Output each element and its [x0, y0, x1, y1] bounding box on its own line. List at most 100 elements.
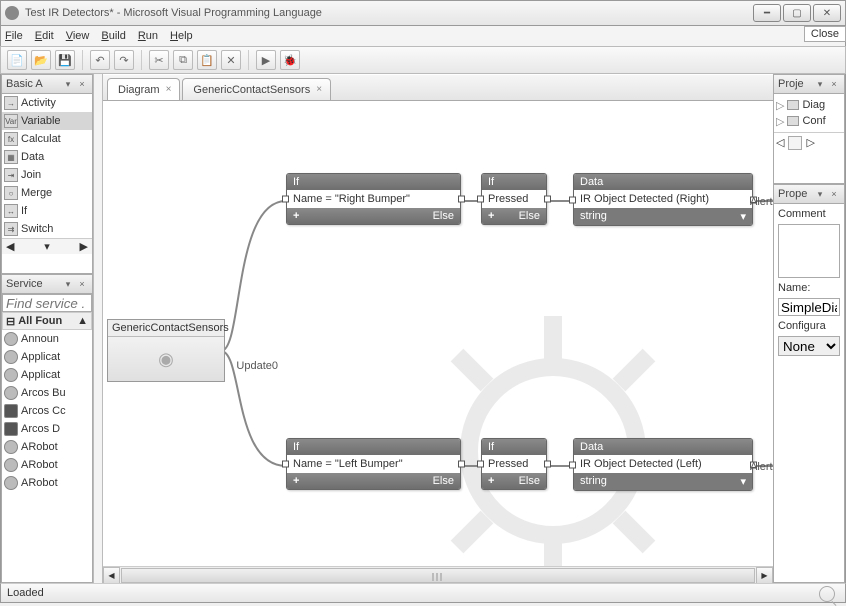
- if-pressed-right-block[interactable]: If Pressed +Else: [481, 173, 547, 225]
- config-select[interactable]: None: [778, 336, 840, 356]
- project-item-label: Diag: [802, 99, 825, 111]
- pin-icon[interactable]: ▾: [62, 278, 74, 290]
- service-item[interactable]: Arcos Bu: [2, 384, 92, 402]
- data-value[interactable]: IR Object Detected (Right): [574, 190, 752, 208]
- new-button[interactable]: 📄: [7, 50, 27, 70]
- comment-input[interactable]: [778, 224, 840, 278]
- close-extra-button[interactable]: Close: [804, 26, 846, 42]
- if-pressed-left-block[interactable]: If Pressed +Else: [481, 438, 547, 490]
- redo-button[interactable]: ↷: [114, 50, 134, 70]
- data-right-block[interactable]: Data IR Object Detected (Right) string▾: [573, 173, 753, 226]
- services-group[interactable]: All Foun: [18, 315, 62, 327]
- proj-nav-right-icon[interactable]: ▷: [806, 136, 814, 149]
- maximize-button[interactable]: ▢: [783, 4, 811, 22]
- plus-icon[interactable]: +: [293, 475, 299, 487]
- service-label: ARobot: [21, 477, 58, 489]
- name-label: Name:: [778, 282, 840, 294]
- nav-right-icon[interactable]: ▶: [80, 240, 88, 253]
- pin-icon[interactable]: ▾: [62, 78, 74, 90]
- close-button[interactable]: ✕: [813, 4, 841, 22]
- service-item[interactable]: Applicat: [2, 348, 92, 366]
- menu-edit[interactable]: Edit: [35, 30, 54, 42]
- plus-icon[interactable]: +: [293, 210, 299, 222]
- delete-button[interactable]: ✕: [221, 50, 241, 70]
- data-left-block[interactable]: Data IR Object Detected (Left) string▾: [573, 438, 753, 491]
- if-left-block[interactable]: If Name = "Left Bumper" +Else: [286, 438, 461, 490]
- activity-label: Data: [21, 151, 44, 163]
- tab-label: GenericContactSensors: [193, 84, 310, 96]
- horizontal-scrollbar[interactable]: ◀ ▶: [103, 566, 773, 583]
- service-item[interactable]: Announ: [2, 330, 92, 348]
- tab-genericcontactsensors[interactable]: GenericContactSensors ×: [182, 78, 331, 100]
- menu-view[interactable]: View: [66, 30, 90, 42]
- activity-label: Switch: [21, 223, 53, 235]
- panel-close-icon[interactable]: ×: [76, 78, 88, 90]
- tree-expand-icon[interactable]: ▷: [776, 99, 784, 112]
- diagram-canvas[interactable]: GenericContactSensors ◉ Update0 If Name …: [103, 101, 773, 566]
- plus-icon[interactable]: +: [488, 210, 494, 222]
- panel-close-icon[interactable]: ×: [828, 188, 840, 200]
- activity-item[interactable]: →Activity: [2, 94, 92, 112]
- plus-icon[interactable]: +: [488, 475, 494, 487]
- activity-item[interactable]: VarVariable: [2, 112, 92, 130]
- panel-close-icon[interactable]: ×: [76, 278, 88, 290]
- activity-item[interactable]: ▦Data: [2, 148, 92, 166]
- activity-item[interactable]: ⇥Join: [2, 166, 92, 184]
- zoom-icon[interactable]: [819, 586, 835, 602]
- minimize-button[interactable]: ━: [753, 4, 781, 22]
- tab-diagram[interactable]: Diagram×: [107, 78, 180, 100]
- pressed-label[interactable]: Pressed: [482, 455, 546, 473]
- service-item[interactable]: ARobot: [2, 456, 92, 474]
- panel-close-icon[interactable]: ×: [828, 78, 840, 90]
- menu-help[interactable]: Help: [170, 30, 193, 42]
- pressed-label[interactable]: Pressed: [482, 190, 546, 208]
- service-item[interactable]: Arcos Cc: [2, 402, 92, 420]
- tree-expand-icon[interactable]: ▷: [776, 115, 784, 128]
- name-input[interactable]: [778, 298, 840, 316]
- proj-nav-left-icon[interactable]: ◁: [776, 136, 784, 149]
- service-item[interactable]: Arcos D: [2, 420, 92, 438]
- proj-nav-button[interactable]: [788, 136, 802, 150]
- activity-item[interactable]: ↔If: [2, 202, 92, 220]
- pin-icon[interactable]: ▾: [814, 188, 826, 200]
- nav-dropdown-icon[interactable]: ▾: [44, 240, 50, 253]
- run-button[interactable]: ▶: [256, 50, 276, 70]
- service-item[interactable]: ARobot: [2, 438, 92, 456]
- service-item[interactable]: Applicat: [2, 366, 92, 384]
- data-value[interactable]: IR Object Detected (Left): [574, 455, 752, 473]
- generic-contact-sensors-block[interactable]: GenericContactSensors ◉ Update0: [107, 319, 225, 382]
- nav-left-icon[interactable]: ◀: [6, 240, 14, 253]
- activity-label: Calculat: [21, 133, 61, 145]
- project-item[interactable]: ▷Conf: [776, 113, 842, 129]
- toolbar: 📄 📂 💾 ↶ ↷ ✂ ⧉ 📋 ✕ ▶ 🐞: [0, 46, 846, 74]
- project-item[interactable]: ▷ Diag: [776, 97, 842, 113]
- cut-button[interactable]: ✂: [149, 50, 169, 70]
- tab-close-icon[interactable]: ×: [166, 84, 172, 95]
- open-button[interactable]: 📂: [31, 50, 51, 70]
- if-right-block[interactable]: If Name = "Right Bumper" +Else: [286, 173, 461, 225]
- if-condition[interactable]: Name = "Right Bumper": [287, 190, 460, 208]
- undo-button[interactable]: ↶: [90, 50, 110, 70]
- service-item[interactable]: ARobot: [2, 474, 92, 492]
- copy-button[interactable]: ⧉: [173, 50, 193, 70]
- paste-button[interactable]: 📋: [197, 50, 217, 70]
- activity-item[interactable]: ⇉Switch: [2, 220, 92, 238]
- menu-file[interactable]: File: [5, 30, 23, 42]
- dropdown-icon[interactable]: ▾: [740, 475, 746, 488]
- debug-button[interactable]: 🐞: [280, 50, 300, 70]
- menu-build[interactable]: Build: [101, 30, 125, 42]
- tab-close-icon[interactable]: ×: [316, 84, 322, 95]
- if-condition[interactable]: Name = "Left Bumper": [287, 455, 460, 473]
- else-label: Else: [433, 475, 454, 487]
- activity-item[interactable]: ○Merge: [2, 184, 92, 202]
- service-icon: [4, 476, 18, 490]
- menu-run[interactable]: Run: [138, 30, 158, 42]
- activity-item[interactable]: fxCalculat: [2, 130, 92, 148]
- services-search-input[interactable]: [2, 294, 92, 312]
- scroll-right-button[interactable]: ▶: [756, 567, 773, 584]
- service-label: Arcos D: [21, 423, 60, 435]
- pin-icon[interactable]: ▾: [814, 78, 826, 90]
- scroll-left-button[interactable]: ◀: [103, 567, 120, 584]
- dropdown-icon[interactable]: ▾: [740, 210, 746, 223]
- save-button[interactable]: 💾: [55, 50, 75, 70]
